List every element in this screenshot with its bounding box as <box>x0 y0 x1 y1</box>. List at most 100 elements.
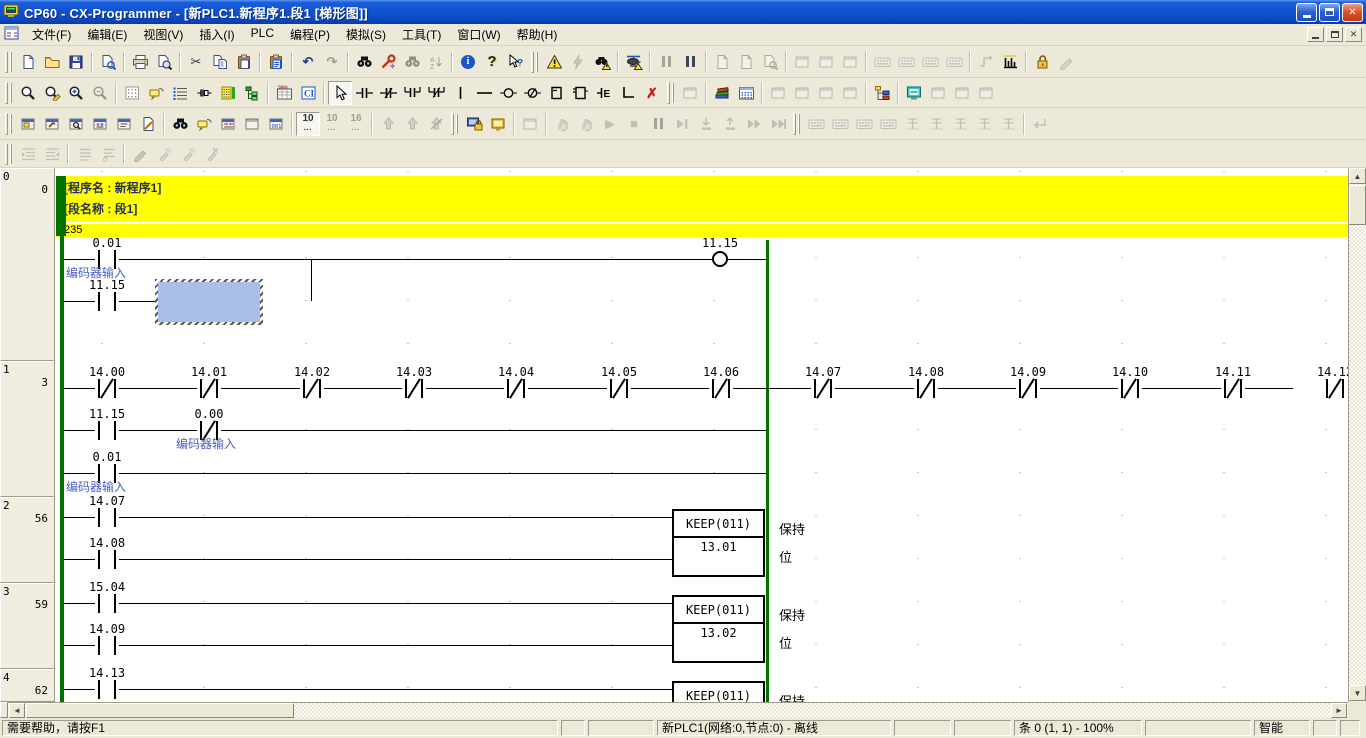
indent-left-button[interactable] <box>16 142 40 166</box>
ladder-window-button[interactable] <box>216 112 240 136</box>
set-password-button[interactable] <box>1030 50 1054 74</box>
toolbar-drag-handle[interactable] <box>5 143 8 165</box>
contact-14.03-nc[interactable] <box>402 379 426 398</box>
indent-right-button[interactable] <box>40 142 64 166</box>
break-4-button[interactable] <box>972 112 996 136</box>
window-transfer-button[interactable] <box>814 50 838 74</box>
contact-14.09-nc[interactable] <box>1016 379 1040 398</box>
toolbar-drag-handle[interactable] <box>5 51 8 73</box>
scroll-down-button[interactable]: ▼ <box>1349 685 1366 701</box>
force-off-button[interactable] <box>400 112 424 136</box>
find-report-button[interactable] <box>590 50 614 74</box>
rung-margin-2[interactable]: 256 <box>0 497 55 583</box>
work-online-simulator-button[interactable] <box>622 50 646 74</box>
monitor-4-button[interactable] <box>942 50 966 74</box>
context-help-button[interactable]: ? <box>504 50 528 74</box>
open-button[interactable] <box>40 50 64 74</box>
stop-button[interactable]: ■ <box>622 112 646 136</box>
search-address-button[interactable] <box>400 50 424 74</box>
menu-编辑E[interactable]: 编辑(E) <box>79 23 135 46</box>
show-rung-annotation-button[interactable] <box>168 81 192 105</box>
monitor-3-button[interactable] <box>918 50 942 74</box>
menu-帮助H[interactable]: 帮助(H) <box>509 23 566 46</box>
monitor-2-button[interactable] <box>894 50 918 74</box>
contact-14.07-nc[interactable] <box>811 379 835 398</box>
contact-14.07[interactable] <box>95 508 119 527</box>
monitor-table-button[interactable] <box>168 112 192 136</box>
check-window-button[interactable] <box>766 81 790 105</box>
contact-11.15[interactable] <box>95 421 119 440</box>
watch-window-button[interactable] <box>734 81 758 105</box>
contact-14.08[interactable] <box>95 550 119 569</box>
pause-monitor-button[interactable] <box>654 50 678 74</box>
new-pou-instruction-button[interactable]: E <box>592 81 616 105</box>
view-mnemonics-button[interactable]: SMA <box>272 81 296 105</box>
show-rungs-button[interactable] <box>216 81 240 105</box>
toolbar-drag-handle[interactable] <box>667 82 670 104</box>
break-1-button[interactable] <box>900 112 924 136</box>
work-online-button[interactable] <box>462 112 486 136</box>
contact-14.09[interactable] <box>95 636 119 655</box>
library-button[interactable] <box>710 81 734 105</box>
mark-pct-2-button[interactable]: % <box>176 142 200 166</box>
time-chart-monitor-button[interactable] <box>998 50 1022 74</box>
select-mode-button[interactable] <box>328 81 352 105</box>
debug-1-button[interactable] <box>804 112 828 136</box>
close-button[interactable]: ✕ <box>1342 3 1363 22</box>
instruction-block-13.01[interactable]: KEEP(011)13.01 <box>672 509 765 577</box>
new-instruction-button[interactable] <box>568 81 592 105</box>
rung-margin-3[interactable]: 359 <box>0 583 55 669</box>
show-symbol-tree-button[interactable] <box>240 81 264 105</box>
watch-view-button[interactable] <box>64 112 88 136</box>
resume-simulator-button[interactable] <box>574 112 598 136</box>
clipboard-special-button[interactable] <box>264 50 288 74</box>
copy-button[interactable] <box>208 50 232 74</box>
aux-window-3-button[interactable] <box>974 81 998 105</box>
new-button[interactable] <box>16 50 40 74</box>
mark-clear-button[interactable] <box>200 142 224 166</box>
mnemonic-window-button[interactable] <box>240 112 264 136</box>
child-minimize-button[interactable] <box>1307 27 1324 42</box>
sort-button[interactable]: AZ <box>424 50 448 74</box>
selected-cell-highlight[interactable] <box>155 279 263 325</box>
debug-4-button[interactable] <box>876 112 900 136</box>
transfer-from-plc-button[interactable] <box>734 50 758 74</box>
debug-2-button[interactable] <box>828 112 852 136</box>
find-button[interactable] <box>352 50 376 74</box>
contact-14.00-nc[interactable] <box>95 379 119 398</box>
view-symbols-button[interactable]: CI <box>296 81 320 105</box>
vertical-scrollbar[interactable]: ▲ ▼ <box>1348 168 1366 702</box>
transfer-to-plc-button[interactable] <box>710 50 734 74</box>
rung-margin-1[interactable]: 13 <box>0 361 55 497</box>
scroll-right-button[interactable]: ► <box>1331 703 1347 718</box>
close-window-button[interactable] <box>790 81 814 105</box>
contact-14.01-nc[interactable] <box>197 379 221 398</box>
window-settings-button[interactable] <box>790 50 814 74</box>
monitor-1-button[interactable] <box>870 50 894 74</box>
project-window-button[interactable] <box>16 112 40 136</box>
binary-window-button[interactable]: 001 <box>264 112 288 136</box>
horizontal-line-button[interactable] <box>472 81 496 105</box>
continuous-step-button[interactable] <box>742 112 766 136</box>
vertical-scroll-thumb[interactable] <box>1349 185 1366 225</box>
new-closed-contact-button[interactable] <box>376 81 400 105</box>
redo-button[interactable]: ↷ <box>320 50 344 74</box>
line-corner-button[interactable] <box>616 81 640 105</box>
help-button[interactable]: ? <box>480 50 504 74</box>
pause-button[interactable] <box>678 50 702 74</box>
menu-视图V[interactable]: 视图(V) <box>135 23 191 46</box>
ladder-diagram-view[interactable]: [程序名 : 新程序1] [段名称 : 段1] 235 0.01编码器输入11.… <box>0 168 1348 702</box>
mark-pct-1-button[interactable]: % <box>152 142 176 166</box>
zoom-in-button[interactable] <box>64 81 88 105</box>
toolbar-drag-handle[interactable] <box>793 113 796 135</box>
local-symbols-button[interactable] <box>112 112 136 136</box>
delete-element-button[interactable]: ✗ <box>640 81 664 105</box>
vertical-line-button[interactable] <box>448 81 472 105</box>
return-corner-button[interactable] <box>1028 112 1052 136</box>
step-in-button[interactable] <box>694 112 718 136</box>
new-function-block-button[interactable] <box>544 81 568 105</box>
rung-margin-4[interactable]: 462 <box>0 669 55 702</box>
io-monitor-button[interactable] <box>902 81 926 105</box>
instruction-block-partial[interactable]: KEEP(011) <box>672 681 765 702</box>
force-cancel-button[interactable] <box>424 112 448 136</box>
